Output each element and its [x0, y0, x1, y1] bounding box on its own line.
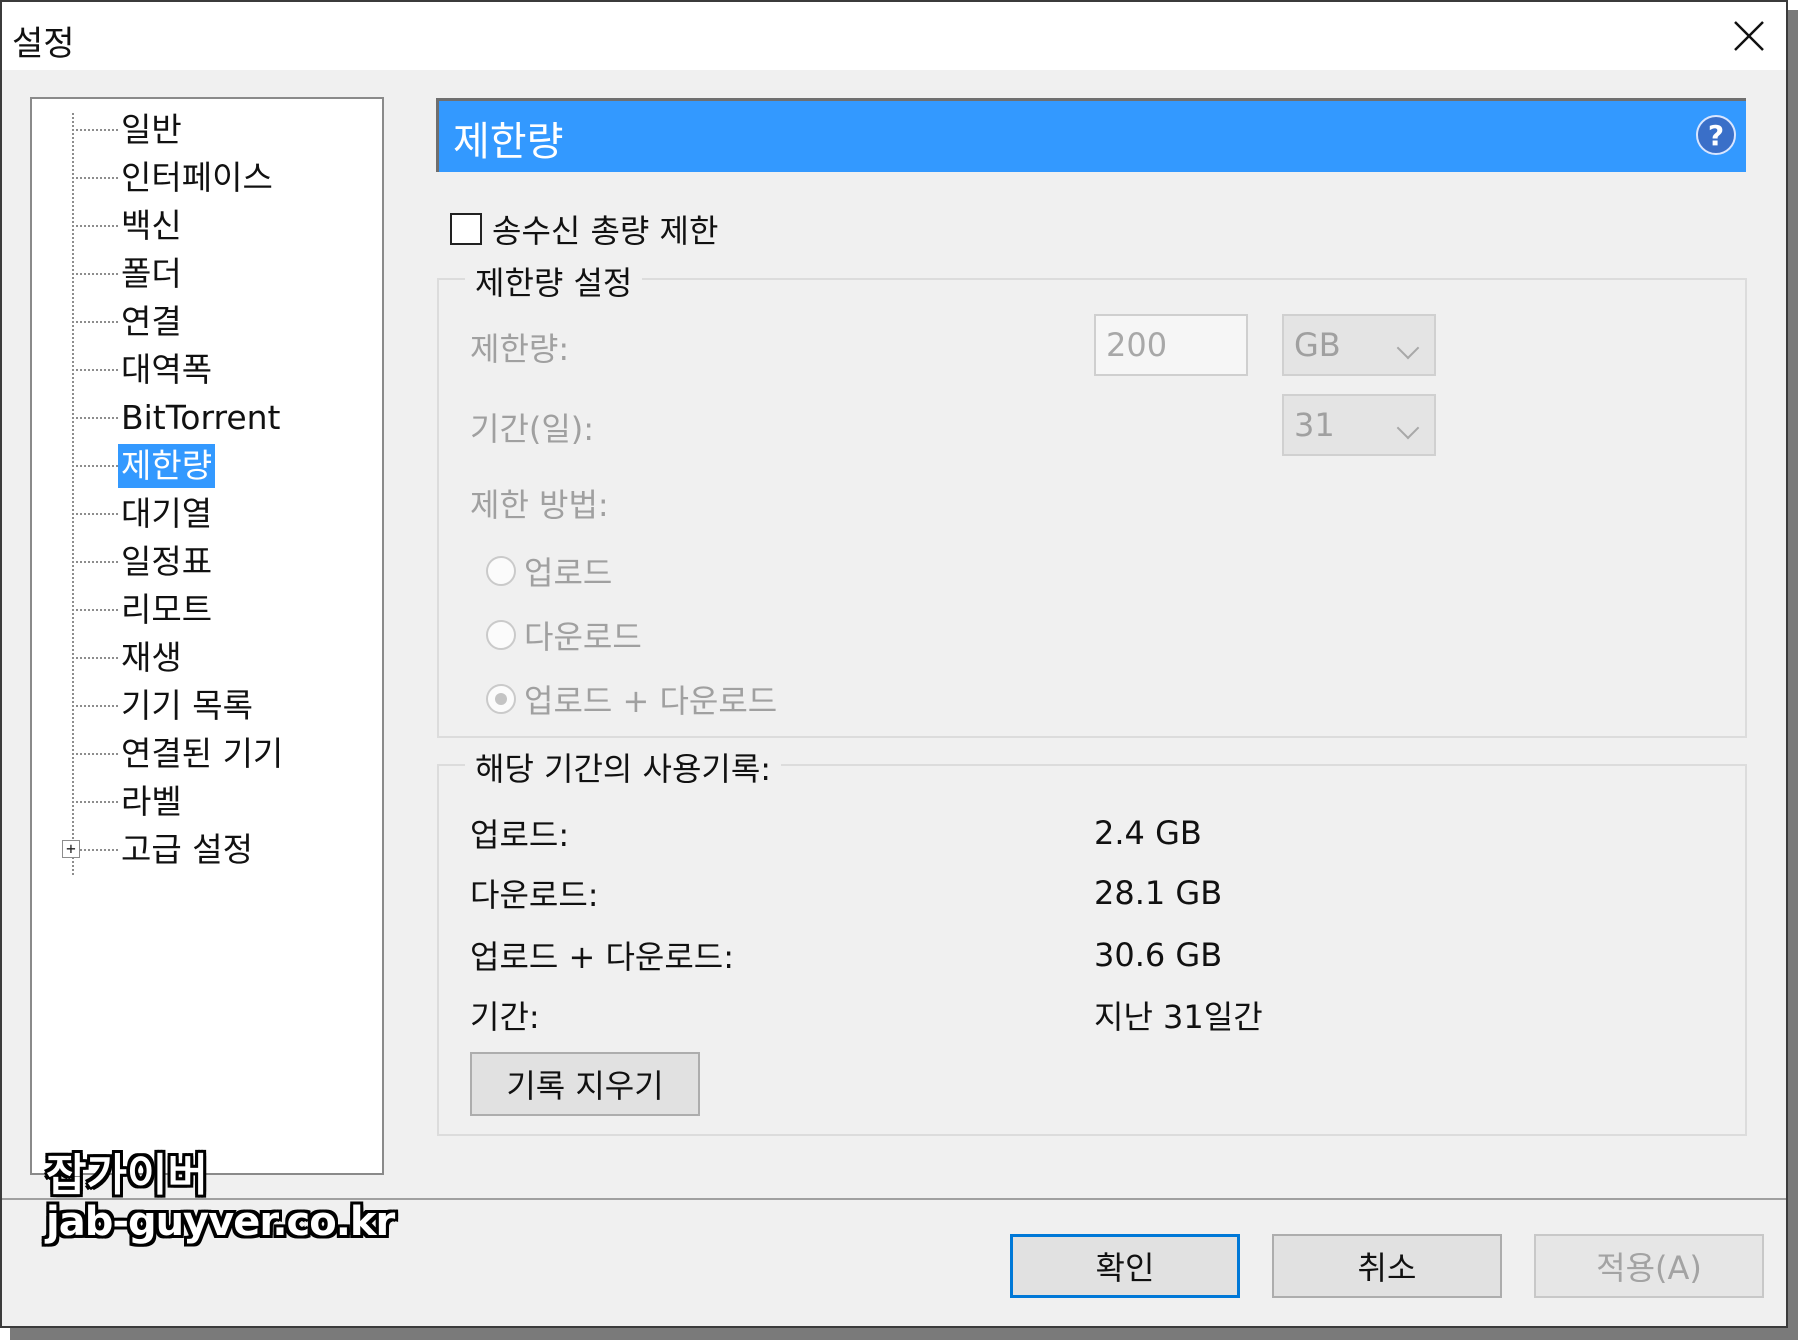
tree-item-connection[interactable]: 연결	[72, 299, 185, 345]
tree-item-labels[interactable]: 라벨	[72, 779, 185, 825]
tree-item-label: 대기열	[121, 494, 213, 533]
radio-label: 다운로드	[524, 618, 642, 656]
tree-item-label: 재생	[121, 638, 182, 677]
chevron-down-icon	[1396, 336, 1420, 360]
tree-item-label: 일정표	[121, 542, 213, 581]
tree-item-label: 고급 설정	[121, 830, 253, 869]
tree-item-label: 대역폭	[121, 350, 213, 389]
radio-upload-download[interactable]: 업로드 + 다운로드	[486, 676, 777, 722]
usage-total-label: 업로드 + 다운로드:	[470, 938, 735, 976]
radio-download[interactable]: 다운로드	[486, 612, 642, 658]
radio-button[interactable]	[486, 620, 516, 650]
group-legend: 해당 기간의 사용기록:	[465, 744, 782, 790]
usage-period-label: 기간:	[470, 998, 540, 1036]
period-days-select[interactable]: 31	[1282, 394, 1436, 456]
clear-history-button[interactable]: 기록 지우기	[470, 1052, 700, 1116]
tree-item-label: 연결	[121, 302, 182, 341]
tree-item-label: 인터페이스	[121, 158, 273, 197]
period-days-label: 기간(일):	[470, 410, 595, 448]
limit-amount-input[interactable]: 200	[1094, 314, 1248, 376]
limit-method-label: 제한 방법:	[470, 486, 609, 524]
panel-header: 제한량 ?	[436, 98, 1746, 172]
panel-title: 제한량	[453, 119, 564, 165]
settings-dialog: 설정 일반 인터페이스 백신 폴더 연결 대역폭 BitTorrent 제한량 …	[0, 0, 1788, 1328]
radio-button[interactable]	[486, 556, 516, 586]
tree-item-general[interactable]: 일반	[72, 107, 185, 153]
tree-item-bittorrent[interactable]: BitTorrent	[72, 395, 283, 441]
tree-item-antivirus[interactable]: 백신	[72, 203, 185, 249]
tree-item-remote[interactable]: 리모트	[72, 587, 215, 633]
checkbox-label: 송수신 총량 제한	[492, 212, 719, 250]
tree-item-interface[interactable]: 인터페이스	[72, 155, 276, 201]
title-bar: 설정	[2, 2, 1786, 70]
close-icon	[1734, 21, 1764, 51]
close-button[interactable]	[1718, 6, 1780, 66]
enable-transfer-cap-checkbox[interactable]: 송수신 총량 제한	[450, 206, 718, 252]
cancel-button[interactable]: 취소	[1272, 1234, 1502, 1298]
tree-item-transfer-cap[interactable]: 제한량	[72, 443, 216, 489]
tree-item-label: 백신	[121, 206, 182, 245]
tree-item-label: 제한량	[118, 444, 216, 488]
tree-item-device-list[interactable]: 기기 목록	[72, 683, 256, 729]
usage-period-value: 지난 31일간	[1094, 998, 1263, 1036]
tree-item-bandwidth[interactable]: 대역폭	[72, 347, 215, 393]
radio-upload[interactable]: 업로드	[486, 548, 612, 594]
period-days-value: 31	[1294, 406, 1335, 444]
tree-item-label: 기기 목록	[121, 686, 253, 725]
settings-category-tree[interactable]: 일반 인터페이스 백신 폴더 연결 대역폭 BitTorrent 제한량 대기열…	[30, 97, 395, 1245]
tree-item-queueing[interactable]: 대기열	[72, 491, 215, 537]
ok-button[interactable]: 확인	[1010, 1234, 1240, 1298]
tree-item-scheduler[interactable]: 일정표	[72, 539, 215, 585]
radio-label: 업로드	[524, 554, 613, 592]
usage-upload-label: 업로드:	[470, 816, 570, 854]
tree-item-label: 리모트	[121, 590, 213, 629]
tree-item-label: 일반	[121, 110, 182, 149]
chevron-down-icon	[1396, 416, 1420, 440]
tree-item-playback[interactable]: 재생	[72, 635, 185, 681]
usage-download-value: 28.1 GB	[1094, 874, 1223, 912]
tree-item-label: 라벨	[121, 782, 182, 821]
tree-item-advanced[interactable]: + 고급 설정	[62, 827, 256, 873]
tree-item-folders[interactable]: 폴더	[72, 251, 185, 297]
tree-item-label: 연결된 기기	[121, 734, 284, 773]
tree-item-paired-devices[interactable]: 연결된 기기	[72, 731, 286, 777]
limit-unit-value: GB	[1294, 326, 1341, 364]
limit-unit-select[interactable]: GB	[1282, 314, 1436, 376]
tree-item-label: 폴더	[121, 254, 182, 293]
radio-button-selected[interactable]	[486, 684, 516, 714]
window-title: 설정	[12, 24, 75, 64]
group-legend: 제한량 설정	[465, 258, 643, 304]
watermark-name: 잡가이버	[46, 1150, 208, 1201]
limit-settings-group: 제한량 설정	[437, 258, 1747, 738]
tree-item-label: BitTorrent	[121, 398, 281, 437]
expand-plus-icon[interactable]: +	[62, 840, 80, 858]
limit-amount-label: 제한량:	[470, 330, 570, 368]
footer-divider	[2, 1198, 1786, 1200]
watermark-url: jab-guyver.co.kr	[46, 1199, 395, 1245]
apply-button[interactable]: 적용(A)	[1534, 1234, 1764, 1298]
usage-upload-value: 2.4 GB	[1094, 814, 1202, 852]
usage-download-label: 다운로드:	[470, 876, 599, 914]
checkbox-box[interactable]	[450, 213, 482, 245]
usage-total-value: 30.6 GB	[1094, 936, 1223, 974]
help-icon[interactable]: ?	[1696, 115, 1736, 155]
radio-label: 업로드 + 다운로드	[524, 682, 778, 720]
